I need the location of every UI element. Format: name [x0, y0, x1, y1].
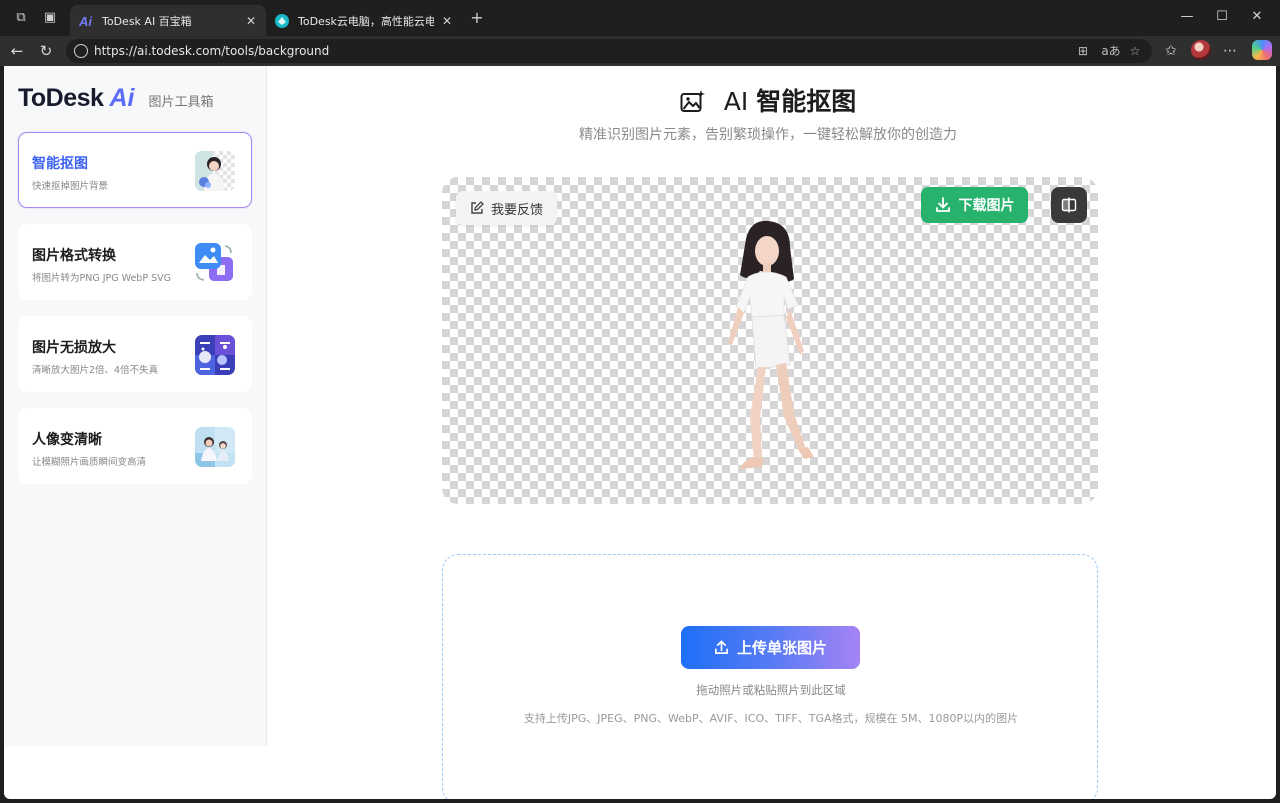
tab-actions-icon[interactable]: ▣ — [41, 9, 59, 27]
browser-toolbar: ← ↻ https://ai.todesk.com/tools/backgrou… — [0, 36, 1280, 66]
portrait-thumbnail-icon — [195, 427, 235, 467]
sidebar-item-lossless-upscale[interactable]: 图片无损放大 清晰放大图片2倍、4倍不失真 — [18, 316, 252, 392]
feedback-button[interactable]: 我要反馈 — [456, 191, 558, 225]
maximize-icon[interactable]: ☐ — [1207, 6, 1237, 28]
cutout-preview: 我要反馈 下载图片 — [442, 177, 1098, 504]
feedback-label: 我要反馈 — [491, 202, 544, 218]
close-tab-icon[interactable]: ✕ — [244, 14, 258, 28]
format-convert-icon — [195, 243, 233, 281]
tool-description: 快速抠掉图片背景 — [32, 181, 109, 192]
read-aloud-icon[interactable]: aあ — [1101, 43, 1121, 59]
sidebar-item-portrait-enhance[interactable]: 人像变清晰 让模糊照片画质瞬间变高清 — [18, 408, 252, 484]
tool-title: 智能抠图 — [32, 156, 88, 172]
page-title: AI 智能抠图 — [268, 82, 1268, 118]
edit-icon — [471, 201, 484, 214]
title-prefix: AI — [723, 87, 757, 116]
web-page: ToDesk Ai 图片工具箱 智能抠图 快速抠掉图片背景 图片格式转换 将图片… — [4, 66, 1276, 799]
download-button[interactable]: 下载图片 — [921, 187, 1028, 223]
close-tab-icon[interactable]: ✕ — [440, 14, 454, 28]
tool-description: 让模糊照片画质瞬间变高清 — [32, 457, 147, 468]
brand-ai: Ai — [109, 84, 135, 112]
favorite-star-icon[interactable]: ☆ — [1127, 43, 1143, 59]
app-available-icon[interactable]: ⊞ — [1075, 43, 1091, 59]
tools-sidebar: ToDesk Ai 图片工具箱 智能抠图 快速抠掉图片背景 图片格式转换 将图片… — [4, 66, 267, 746]
image-magic-icon — [680, 90, 705, 112]
todesk-ai-favicon: Ai — [78, 14, 92, 29]
url-text[interactable]: https://ai.todesk.com/tools/background — [94, 44, 329, 58]
upload-label: 上传单张图片 — [736, 639, 827, 657]
todesk-cloud-favicon — [275, 13, 289, 28]
window-bottom-edge — [0, 799, 1280, 803]
tool-title: 人像变清晰 — [32, 432, 102, 448]
upload-drop-zone[interactable]: 上传单张图片 拖动照片或粘贴照片到此区域 支持上传JPG、JPEG、PNG、We… — [442, 554, 1098, 799]
download-icon — [935, 197, 950, 212]
tool-description: 清晰放大图片2倍、4倍不失真 — [32, 365, 159, 376]
page-subtitle: 精准识别图片元素，告别繁琐操作，一键轻松解放你的创造力 — [579, 127, 957, 143]
title-main: 智能抠图 — [756, 87, 857, 116]
upload-hint: 拖动照片或粘贴照片到此区域 — [696, 683, 846, 697]
brand-name: ToDesk — [18, 84, 104, 112]
tab-todesk-ai[interactable]: Ai ToDesk AI 百宝箱 ✕ — [70, 5, 266, 36]
brand-logo[interactable]: ToDesk Ai 图片工具箱 — [18, 84, 213, 114]
copilot-icon[interactable] — [1252, 40, 1272, 60]
refresh-icon[interactable]: ↻ — [36, 41, 56, 61]
compare-button[interactable] — [1051, 187, 1087, 223]
profile-avatar[interactable] — [1191, 40, 1211, 60]
sidebar-item-smart-cutout[interactable]: 智能抠图 快速抠掉图片背景 — [18, 132, 252, 208]
cutout-thumbnail-icon — [195, 151, 235, 191]
svg-text:Ai: Ai — [78, 14, 92, 29]
browser-tab-bar: ⧉ ▣ Ai ToDesk AI 百宝箱 ✕ ToDesk云电脑，高性能云电脑，… — [0, 0, 1280, 36]
compare-split-icon — [1061, 197, 1077, 213]
upscale-thumbnail-icon — [195, 335, 235, 375]
upload-formats-note: 支持上传JPG、JPEG、PNG、WebP、AVIF、ICO、TIFF、TGA格… — [523, 712, 1019, 725]
tab-todesk-cloud[interactable]: ToDesk云电脑，高性能云电脑，云 ✕ — [266, 5, 462, 36]
tool-title: 图片无损放大 — [32, 340, 116, 356]
more-menu-icon[interactable]: ⋯ — [1220, 41, 1240, 61]
sidebar-item-format-convert[interactable]: 图片格式转换 将图片转为PNG JPG WebP SVG — [18, 224, 252, 300]
address-bar[interactable]: https://ai.todesk.com/tools/background ⊞… — [66, 39, 1152, 63]
tab-title: ToDesk AI 百宝箱 — [102, 14, 192, 28]
tool-title: 图片格式转换 — [32, 248, 116, 264]
tool-description: 将图片转为PNG JPG WebP SVG — [32, 273, 171, 284]
tab-title: ToDesk云电脑，高性能云电脑，云 — [298, 14, 434, 28]
cutout-subject-image — [728, 220, 814, 469]
upload-image-button[interactable]: 上传单张图片 — [681, 626, 860, 669]
close-window-icon[interactable]: ✕ — [1242, 6, 1272, 28]
site-info-icon[interactable] — [74, 44, 88, 58]
download-label: 下载图片 — [958, 198, 1015, 214]
back-icon[interactable]: ← — [7, 41, 27, 61]
upload-icon — [715, 640, 728, 654]
favorites-icon[interactable]: ✩ — [1161, 41, 1181, 61]
minimize-icon[interactable]: — — [1172, 6, 1202, 28]
brand-subtitle: 图片工具箱 — [148, 95, 214, 110]
workspaces-icon[interactable]: ⧉ — [12, 9, 30, 27]
new-tab-icon[interactable]: + — [468, 9, 486, 27]
